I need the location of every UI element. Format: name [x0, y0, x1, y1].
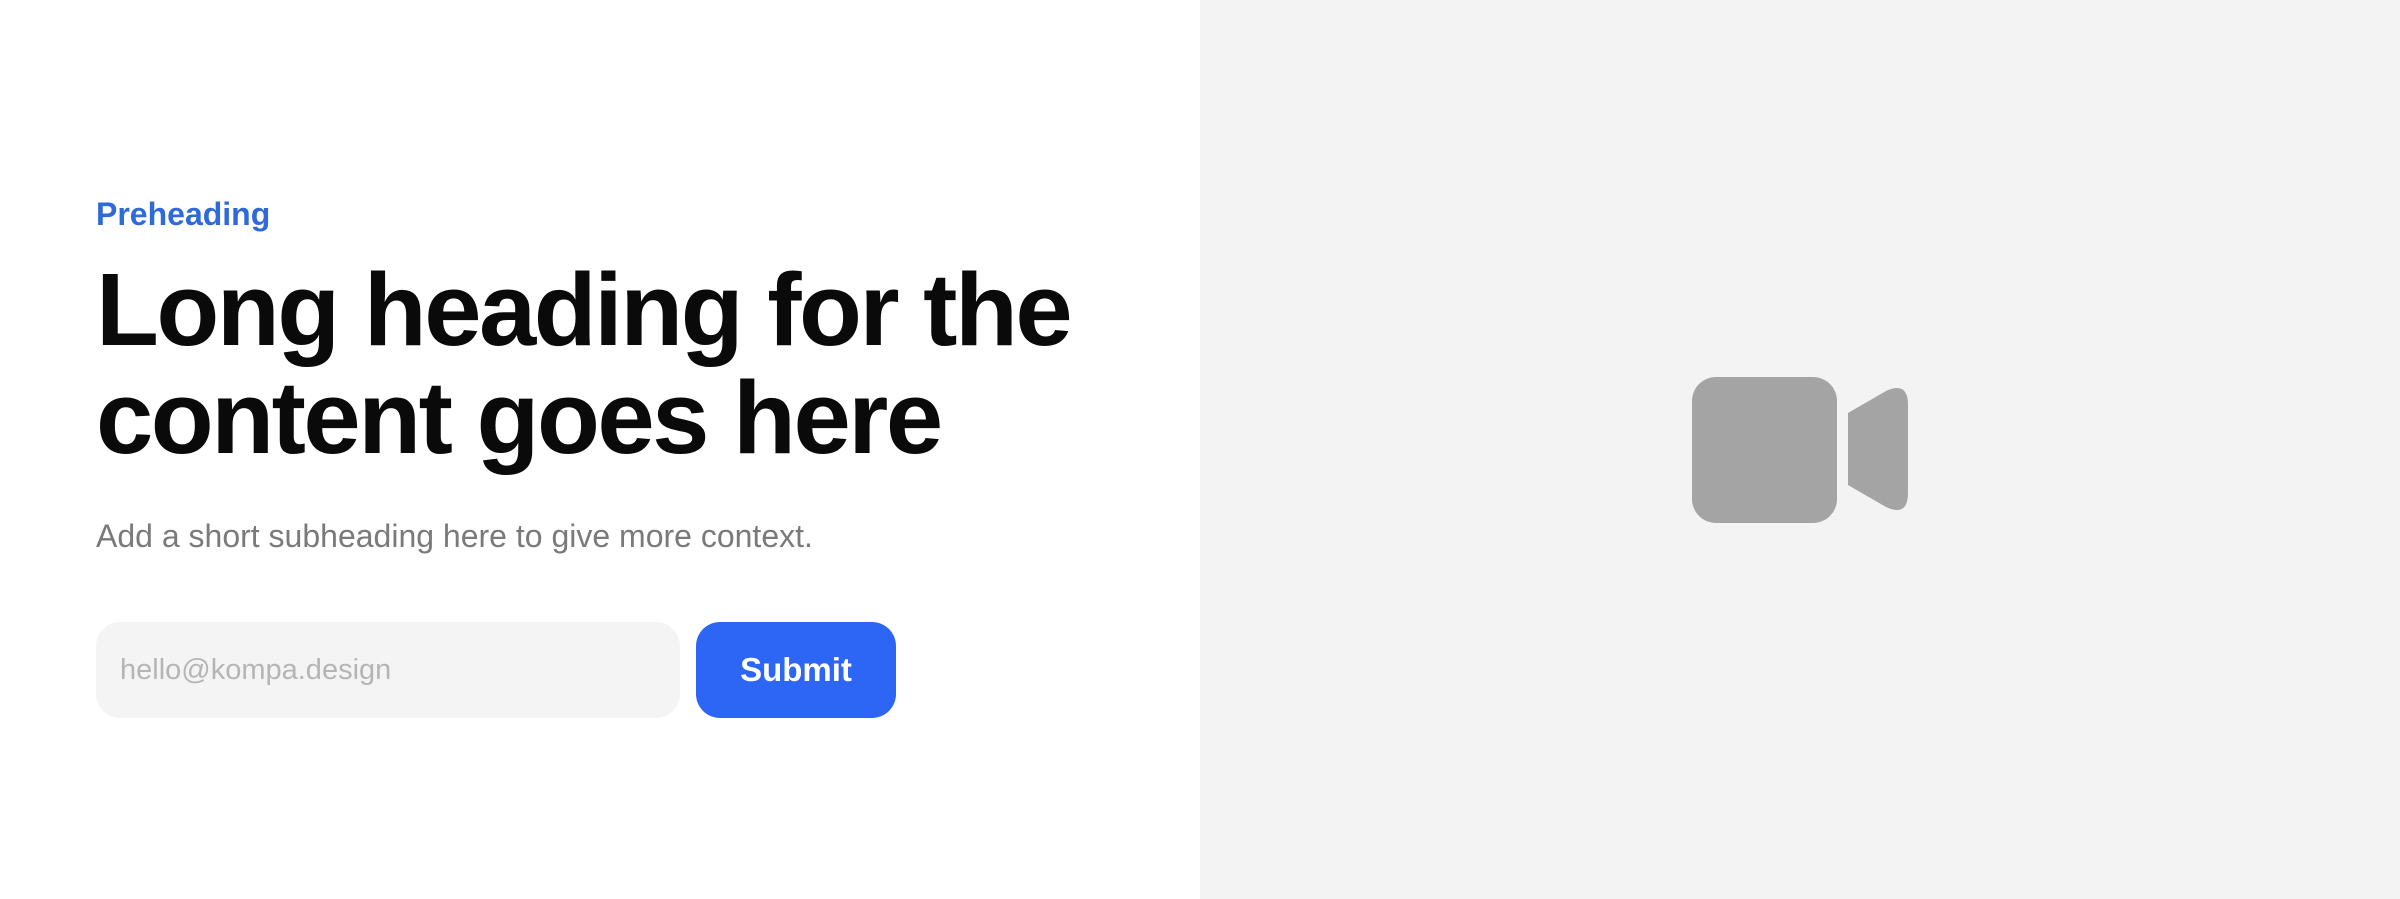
video-camera-icon — [1692, 376, 1908, 523]
signup-form: Submit — [96, 622, 1156, 718]
subheading: Add a short subheading here to give more… — [96, 518, 813, 554]
page: Preheading Long heading for the content … — [0, 0, 2400, 899]
hero-content: Preheading Long heading for the content … — [96, 190, 1156, 718]
page-title: Long heading for the content goes here — [96, 252, 1073, 475]
email-input[interactable] — [96, 622, 680, 718]
preheading: Preheading — [96, 196, 271, 232]
media-placeholder — [1200, 0, 2400, 899]
hero-content-panel: Preheading Long heading for the content … — [0, 0, 1200, 899]
submit-button[interactable]: Submit — [696, 622, 896, 718]
